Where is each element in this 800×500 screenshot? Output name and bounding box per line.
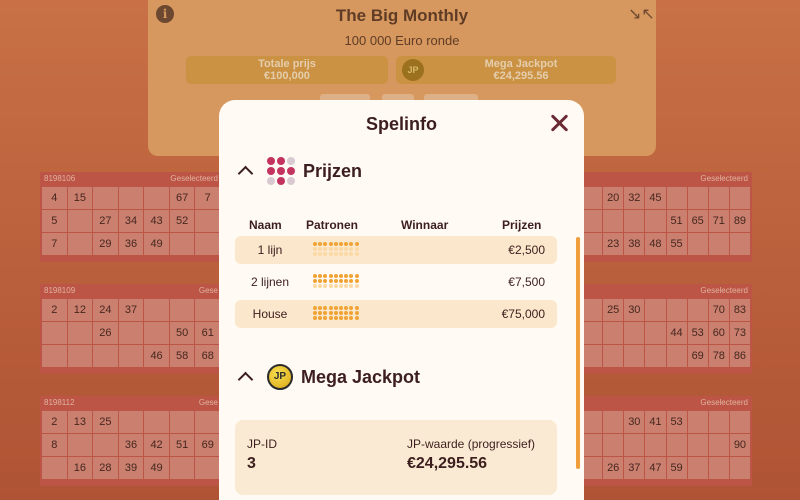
prizes-section-toggle[interactable]: Prijzen bbox=[235, 156, 362, 186]
chevron-up-icon bbox=[235, 161, 255, 181]
prize-row: House €75,000 bbox=[235, 300, 557, 328]
bingo-pattern-icon bbox=[267, 157, 295, 185]
pattern-preview-icon bbox=[313, 274, 359, 289]
jp-id-label: JP-ID bbox=[247, 437, 277, 451]
jp-value: €24,295.56 bbox=[407, 455, 488, 472]
jackpot-coin-icon: JP bbox=[267, 364, 293, 390]
close-icon[interactable] bbox=[548, 112, 570, 134]
pattern-preview-icon bbox=[313, 306, 359, 321]
jp-value-label: JP-waarde (progressief) bbox=[407, 437, 536, 451]
prize-row: 1 lijn €2,500 bbox=[235, 236, 557, 264]
jp-id-value: 3 bbox=[247, 455, 256, 472]
col-name: Naam bbox=[249, 218, 282, 232]
prize-name: House bbox=[252, 307, 288, 321]
prize-name: 1 lijn bbox=[257, 243, 283, 257]
pattern-preview-icon bbox=[313, 242, 359, 257]
col-winner: Winnaar bbox=[401, 218, 449, 232]
prize-amount: €2,500 bbox=[508, 243, 545, 257]
game-info-modal: Spelinfo Prijzen Naam Patronen Winnaar P… bbox=[219, 100, 584, 500]
modal-title: Spelinfo bbox=[366, 114, 437, 134]
prizes-section-label: Prijzen bbox=[303, 160, 363, 181]
col-prizes: Prijzen bbox=[502, 218, 542, 232]
prize-amount: €7,500 bbox=[508, 275, 545, 289]
modal-scrollbar[interactable] bbox=[576, 230, 580, 470]
prizes-table-header: Naam Patronen Winnaar Prijzen bbox=[235, 218, 557, 234]
prize-row: 2 lijnen €7,500 bbox=[235, 268, 557, 296]
col-patterns: Patronen bbox=[306, 218, 359, 232]
chevron-up-icon bbox=[235, 367, 255, 387]
jackpot-section-label: Mega Jackpot bbox=[301, 366, 421, 387]
jackpot-info-card: JP-ID 3 JP-waarde (progressief) €24,295.… bbox=[235, 420, 557, 495]
prize-name: 2 lijnen bbox=[250, 275, 290, 289]
jackpot-section-toggle[interactable]: JP Mega Jackpot bbox=[235, 362, 420, 392]
scrollbar-thumb[interactable] bbox=[576, 237, 580, 469]
prize-amount: €75,000 bbox=[501, 307, 545, 321]
